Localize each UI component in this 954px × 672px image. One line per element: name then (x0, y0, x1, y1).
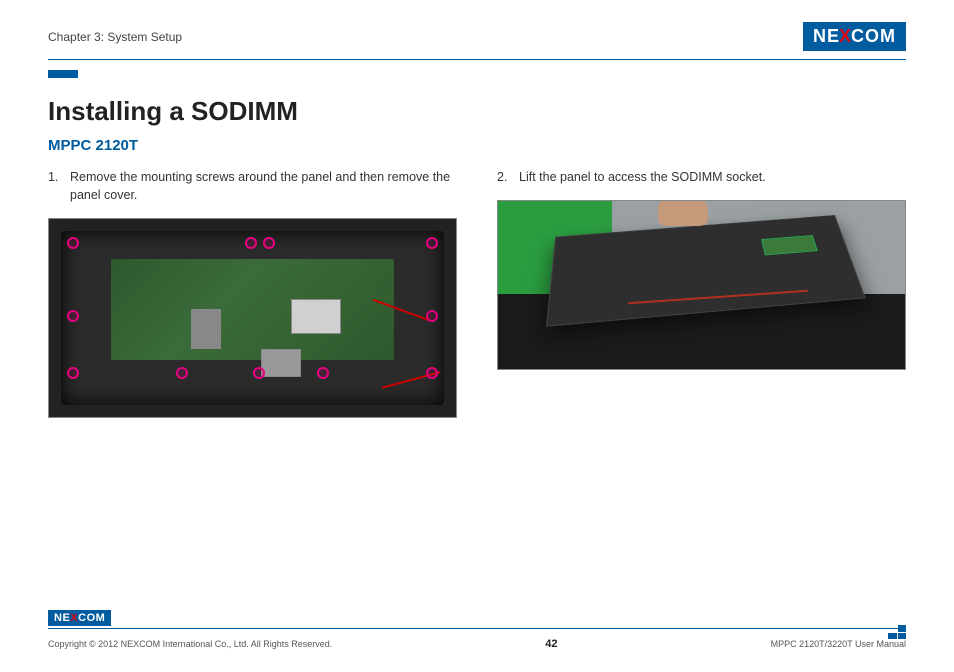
step-number: 2. (497, 168, 511, 186)
column-right: 2. Lift the panel to access the SODIMM s… (497, 168, 906, 418)
logo-part-right: COM (851, 26, 896, 47)
footer-rule (48, 628, 906, 632)
step-text: Lift the panel to access the SODIMM sock… (519, 168, 766, 186)
figure-lift-panel (497, 200, 906, 370)
column-left: 1. Remove the mounting screws around the… (48, 168, 457, 418)
step-text: Remove the mounting screws around the pa… (70, 168, 457, 204)
page-number: 42 (545, 638, 557, 650)
step-2: 2. Lift the panel to access the SODIMM s… (497, 168, 906, 186)
page-footer: NEXCOM Copyright © 2012 NEXCOM Internati… (48, 608, 906, 650)
logo-part-left: NE (813, 26, 840, 47)
content-columns: 1. Remove the mounting screws around the… (48, 168, 906, 418)
copyright-text: Copyright © 2012 NEXCOM International Co… (48, 639, 332, 649)
step-1: 1. Remove the mounting screws around the… (48, 168, 457, 204)
step-number: 1. (48, 168, 62, 204)
manual-name: MPPC 2120T/3220T User Manual (771, 639, 906, 649)
footer-pattern-icon (888, 625, 906, 639)
header-rule (48, 59, 906, 60)
section-tab-marker (48, 70, 78, 78)
footer-logo: NEXCOM (48, 610, 111, 626)
chapter-label: Chapter 3: System Setup (48, 30, 182, 44)
page-header: Chapter 3: System Setup NEXCOM (48, 22, 906, 57)
page-subtitle: MPPC 2120T (48, 137, 906, 154)
page-title: Installing a SODIMM (48, 96, 906, 127)
figure-panel-screws (48, 218, 457, 418)
brand-logo: NEXCOM (803, 22, 906, 51)
